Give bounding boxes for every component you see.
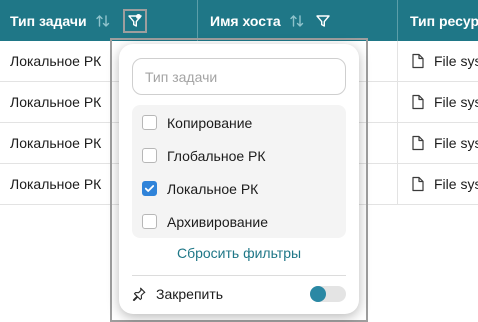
column-header-label: Тип ресурс: [410, 12, 478, 29]
column-divider: [397, 0, 398, 41]
filter-options-list: Копирование Глобальное РК Локальное РК А…: [132, 105, 346, 238]
file-icon: [411, 135, 425, 151]
checkbox[interactable]: [142, 148, 157, 163]
filter-button-task-type[interactable]: [123, 9, 147, 33]
filter-popup: Копирование Глобальное РК Локальное РК А…: [119, 44, 359, 314]
column-header-host-name[interactable]: Имя хоста: [210, 0, 395, 41]
resource-type-cell: File sys: [411, 123, 478, 163]
resource-type-cell: File sys: [411, 41, 478, 81]
sort-arrows-icon[interactable]: [289, 13, 305, 29]
table-header: Тип задачи Имя хоста Тип ресурс: [0, 0, 478, 41]
column-divider: [397, 82, 398, 122]
checkmark-icon: [144, 185, 155, 192]
toggle-knob: [310, 286, 326, 302]
filter-option[interactable]: Локальное РК: [132, 172, 346, 205]
filter-option[interactable]: Копирование: [132, 106, 346, 139]
file-icon: [411, 53, 425, 69]
resource-type-cell: File sys: [411, 82, 478, 122]
filter-option-label: Копирование: [167, 114, 253, 131]
filter-option[interactable]: Архивирование: [132, 205, 346, 238]
filter-option-label: Локальное РК: [167, 180, 259, 197]
column-header-label: Тип задачи: [10, 12, 87, 29]
pin-label: Закрепить: [156, 286, 224, 302]
sort-arrows-icon[interactable]: [95, 13, 111, 29]
resource-type-label: File sys: [434, 176, 478, 192]
checkbox-checked[interactable]: [142, 181, 157, 196]
column-header-task-type[interactable]: Тип задачи: [10, 0, 195, 41]
resource-type-cell: File sys: [411, 164, 478, 204]
file-icon: [411, 176, 425, 192]
column-divider: [397, 41, 398, 81]
filter-search-input[interactable]: [132, 58, 346, 95]
resource-type-label: File sys: [434, 94, 478, 110]
column-divider: [397, 164, 398, 204]
column-divider: [197, 0, 198, 41]
resource-type-label: File sys: [434, 53, 478, 69]
filter-option-label: Архивирование: [167, 213, 269, 230]
reset-filters-link[interactable]: Сбросить фильтры: [119, 245, 359, 261]
pin-toggle[interactable]: [310, 286, 346, 302]
column-header-resource-type[interactable]: Тип ресурс: [410, 0, 478, 41]
pin-row: Закрепить: [132, 280, 346, 308]
checkbox[interactable]: [142, 115, 157, 130]
filter-option-label: Глобальное РК: [167, 147, 266, 164]
file-icon: [411, 94, 425, 110]
filter-icon[interactable]: [315, 13, 331, 29]
filter-option[interactable]: Глобальное РК: [132, 139, 346, 172]
resource-type-label: File sys: [434, 135, 478, 151]
column-divider: [397, 123, 398, 163]
column-header-label: Имя хоста: [210, 12, 281, 29]
checkbox[interactable]: [142, 214, 157, 229]
pin-icon: [132, 287, 146, 301]
filter-active-dot: [136, 14, 141, 19]
divider: [132, 275, 346, 276]
